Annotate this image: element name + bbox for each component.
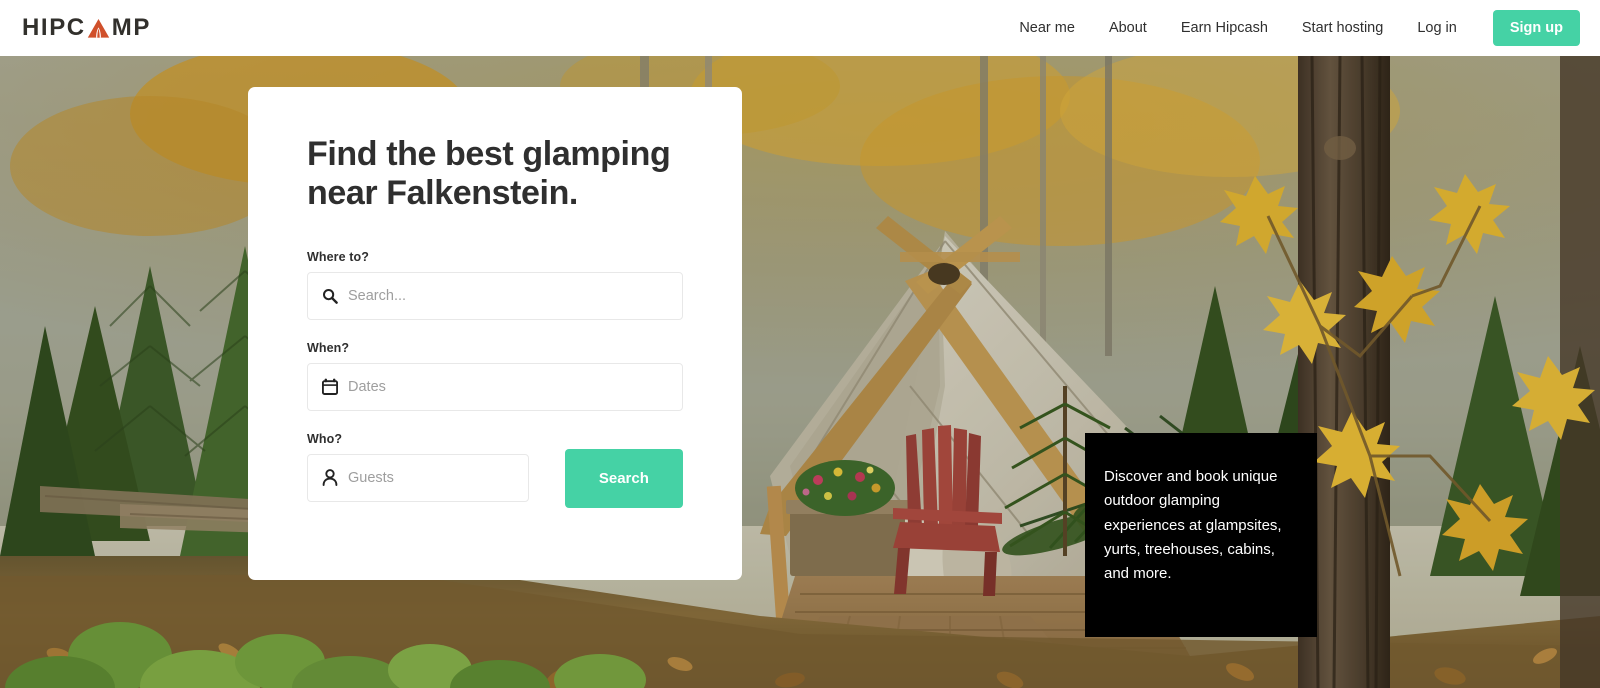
where-to-label: Where to? [307,249,370,264]
sign-up-button[interactable]: Sign up [1492,10,1580,46]
dates-field[interactable] [307,362,683,411]
logo-text-first: HIPC [22,14,86,41]
guests-input[interactable] [308,454,528,501]
site-header: HIPC MP Near me About Earn Hipcash Start … [0,0,1600,56]
logo-wordmark: HIPC MP [22,14,151,42]
when-label: When? [307,340,350,355]
nav-item-start-hosting[interactable]: Start hosting [1302,0,1383,56]
nav-item-log-in[interactable]: Log in [1417,0,1457,56]
guests-field[interactable] [307,453,529,502]
who-label: Who? [307,431,343,446]
search-icon [322,288,338,304]
description-box: Discover and book unique outdoor glampin… [1085,433,1317,637]
person-icon [322,469,338,487]
nav-item-near-me[interactable]: Near me [1019,0,1075,56]
hipcamp-logo[interactable]: HIPC MP [22,14,151,42]
search-button[interactable]: Search [564,448,683,508]
where-to-field[interactable] [307,271,683,320]
who-row: Search [307,448,683,508]
page-title: Find the best glamping near Falkenstein. [307,135,671,213]
nav-item-about[interactable]: About [1109,0,1147,56]
search-card: Find the best glamping near Falkenstein.… [248,87,742,580]
search-input[interactable] [308,272,682,319]
hipcamp-landing-page: HIPC MP Near me About Earn Hipcash Start … [0,0,1600,688]
hero-photo [0,56,1600,688]
calendar-icon [322,378,338,396]
hero-forest-illustration [0,56,1600,688]
nav-item-earn-hipcash[interactable]: Earn Hipcash [1181,0,1268,56]
dates-input[interactable] [308,363,682,410]
tent-a-icon [87,18,110,38]
description-text: Discover and book unique outdoor glampin… [1104,468,1282,583]
logo-text-last: MP [111,14,151,41]
main-navigation: Near me About Earn Hipcash Start hosting… [1019,0,1580,56]
